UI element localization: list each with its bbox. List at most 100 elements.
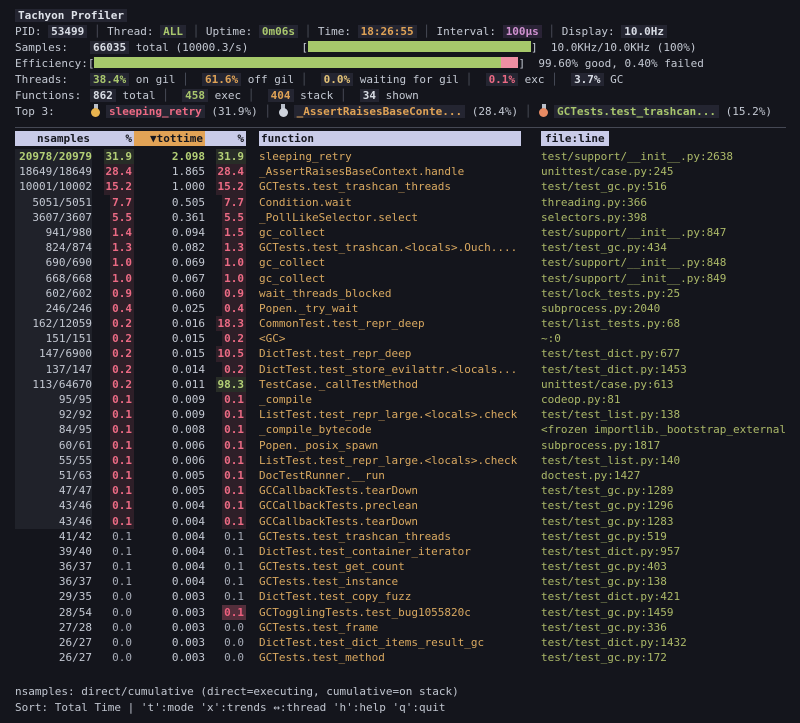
threads-segments: 38.4% on gil │ 61.6% off gil │ 0.0% wait… <box>90 73 623 86</box>
pct-value: 0.1 <box>222 453 246 468</box>
cell-fileline: test/support/__init__.py:849 <box>539 271 786 286</box>
table-row[interactable]: 824/8741.30.0821.3GCTests.test_trashcan.… <box>15 240 786 255</box>
thread-value[interactable]: ALL <box>160 25 186 38</box>
function-stat-suffix: exec <box>208 89 241 102</box>
col-header-nsamples[interactable]: nsamples <box>15 131 92 147</box>
table-row[interactable]: 43/460.10.0040.1GCCallbackTests.tearDown… <box>15 514 786 529</box>
table-row[interactable]: 246/2460.40.0250.4Popen._try_waitsubproc… <box>15 301 786 316</box>
table-row[interactable]: 26/270.00.0030.0DictTest.test_dict_items… <box>15 635 786 650</box>
table-row[interactable]: 113/646700.20.01198.3TestCase._callTestM… <box>15 377 786 392</box>
table-row[interactable]: 36/370.10.0040.1GCTests.test_get_countte… <box>15 559 786 574</box>
col-header-tottime[interactable]: ▼tottime <box>134 131 205 147</box>
table-row[interactable]: 668/6681.00.0671.0gc_collecttest/support… <box>15 271 786 286</box>
cell-nsamples: 20978/20979 <box>15 149 92 164</box>
cell-fileline: ~:0 <box>539 331 786 346</box>
col-header-fileline[interactable]: file:line <box>539 131 786 147</box>
cell-function: <GC> <box>246 331 539 346</box>
col-header-pct1[interactable]: % <box>92 131 134 147</box>
cell-pct-direct: 0.9 <box>92 286 134 301</box>
table-row[interactable]: 20978/2097931.92.09831.9sleeping_retryte… <box>15 149 786 164</box>
pct-value: 0.1 <box>110 453 134 468</box>
cell-pct-cumulative: 0.1 <box>205 438 246 453</box>
cell-pct-cumulative: 0.1 <box>205 544 246 559</box>
cell-nsamples: 39/40 <box>15 544 92 559</box>
cell-function: GCCallbackTests.tearDown <box>246 514 539 529</box>
table-row[interactable]: 137/1470.20.0140.2DictTest.test_store_ev… <box>15 362 786 377</box>
cell-tottime: 1.865 <box>134 164 205 179</box>
cell-pct-cumulative: 0.1 <box>205 574 246 589</box>
table-row[interactable]: 47/470.10.0050.1GCCallbackTests.tearDown… <box>15 483 786 498</box>
table-row[interactable]: 162/120590.20.01618.3CommonTest.test_rep… <box>15 316 786 331</box>
table-row[interactable]: 29/350.00.0030.1DictTest.test_copy_fuzzt… <box>15 589 786 604</box>
cell-tottime: 0.008 <box>134 422 205 437</box>
silver-medal-icon <box>278 104 289 117</box>
cell-pct-direct: 0.1 <box>92 422 134 437</box>
top3-function-name[interactable]: sleeping_retry <box>106 105 205 118</box>
table-row[interactable]: 18649/1864928.41.86528.4_AssertRaisesBas… <box>15 164 786 179</box>
samples-total-suffix: total (10000.3/s) <box>129 41 248 54</box>
cell-fileline: test/support/__init__.py:2638 <box>539 149 786 164</box>
function-stat-suffix: shown <box>379 89 419 102</box>
cell-pct-cumulative: 1.0 <box>205 255 246 270</box>
table-row[interactable]: 10001/1000215.21.00015.2GCTests.test_tra… <box>15 179 786 194</box>
separator: │ <box>298 25 318 38</box>
cell-nsamples: 43/46 <box>15 498 92 513</box>
header-separator <box>15 127 786 128</box>
pct-value: 0.2 <box>110 316 134 331</box>
table-row[interactable]: 690/6901.00.0691.0gc_collecttest/support… <box>15 255 786 270</box>
table-row[interactable]: 5051/50517.70.5057.7Condition.waitthread… <box>15 195 786 210</box>
status-line: PID: 53499 │ Thread: ALL │ Uptime: 0m06s… <box>15 24 786 40</box>
spacer <box>248 41 301 54</box>
pct-value: 0.1 <box>110 544 134 559</box>
table-row[interactable]: 26/270.00.0030.0GCTests.test_methodtest/… <box>15 650 786 665</box>
cell-tottime: 0.060 <box>134 286 205 301</box>
cell-pct-direct: 1.0 <box>92 271 134 286</box>
thread-stat-suffix: exc <box>518 73 545 86</box>
cell-nsamples: 690/690 <box>15 255 92 270</box>
cell-pct-cumulative: 0.0 <box>205 650 246 665</box>
top3-function-name[interactable]: GCTests.test_trashcan... <box>554 105 719 118</box>
cell-function: gc_collect <box>246 255 539 270</box>
table-row[interactable]: 941/9801.40.0941.5gc_collecttest/support… <box>15 225 786 240</box>
cell-fileline: test/test_gc.py:1289 <box>539 483 786 498</box>
pct-value: 0.0 <box>110 635 134 650</box>
col-header-function[interactable]: function <box>246 131 539 147</box>
col-header-pct2[interactable]: % <box>205 131 246 147</box>
pct-value: 0.1 <box>110 529 134 544</box>
cell-pct-cumulative: 0.0 <box>205 620 246 635</box>
table-row[interactable]: 41/420.10.0040.1GCTests.test_trashcan_th… <box>15 529 786 544</box>
cell-fileline: test/test_gc.py:138 <box>539 574 786 589</box>
table-row[interactable]: 55/550.10.0060.1ListTest.test_repr_large… <box>15 453 786 468</box>
cell-nsamples: 36/37 <box>15 559 92 574</box>
cell-pct-direct: 0.1 <box>92 483 134 498</box>
table-row[interactable]: 27/280.00.0030.0GCTests.test_frametest/t… <box>15 620 786 635</box>
pct-value: 1.3 <box>222 240 246 255</box>
table-row[interactable]: 3607/36075.50.3615.5_PollLikeSelector.se… <box>15 210 786 225</box>
table-row[interactable]: 51/630.10.0050.1DocTestRunner.__rundocte… <box>15 468 786 483</box>
cell-fileline: test/test_dict.py:957 <box>539 544 786 559</box>
table-row[interactable]: 43/460.10.0040.1GCCallbackTests.preclean… <box>15 498 786 513</box>
table-row[interactable]: 39/400.10.0040.1DictTest.test_container_… <box>15 544 786 559</box>
cell-pct-direct: 0.1 <box>92 468 134 483</box>
table-row[interactable]: 92/920.10.0090.1ListTest.test_repr_large… <box>15 407 786 422</box>
cell-tottime: 1.000 <box>134 179 205 194</box>
col-header-label: file:line <box>541 131 609 146</box>
table-row[interactable]: 60/610.10.0060.1Popen._posix_spawnsubpro… <box>15 438 786 453</box>
table-row[interactable]: 147/69000.20.01510.5DictTest.test_repr_d… <box>15 346 786 361</box>
table-row[interactable]: 151/1510.20.0150.2<GC>~:0 <box>15 331 786 346</box>
cell-pct-cumulative: 0.1 <box>205 498 246 513</box>
cell-pct-cumulative: 0.1 <box>205 407 246 422</box>
table-row[interactable]: 28/540.00.0030.1GCTogglingTests.test_bug… <box>15 605 786 620</box>
pct-value: 0.1 <box>222 438 246 453</box>
table-row[interactable]: 36/370.10.0040.1GCTests.test_instancetes… <box>15 574 786 589</box>
table-row[interactable]: 84/950.10.0080.1_compile_bytecode<frozen… <box>15 422 786 437</box>
table-row[interactable]: 95/950.10.0090.1_compilecodeop.py:81 <box>15 392 786 407</box>
samples-bar <box>308 41 531 52</box>
interval-value: 100µs <box>503 25 542 38</box>
table-row[interactable]: 602/6020.90.0600.9wait_threads_blockedte… <box>15 286 786 301</box>
cell-nsamples: 60/61 <box>15 438 92 453</box>
top3-function-name[interactable]: _AssertRaisesBaseConte... <box>294 105 466 118</box>
bracket: ] <box>531 41 538 54</box>
cell-function: DictTest.test_container_iterator <box>246 544 539 559</box>
cell-fileline: test/test_gc.py:1459 <box>539 605 786 620</box>
